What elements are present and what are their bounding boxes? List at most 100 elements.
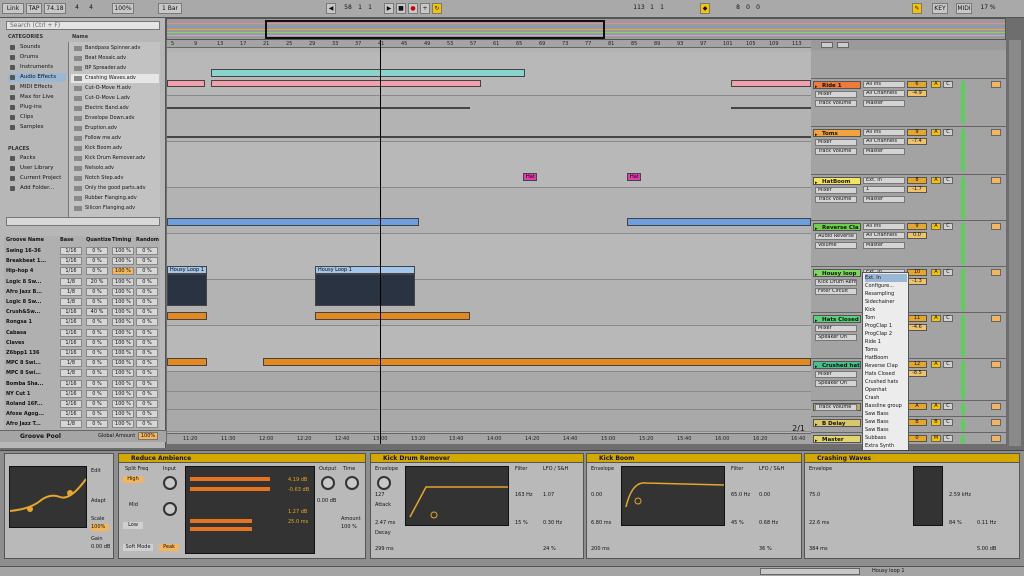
groove-quantize[interactable]: 0 % (86, 298, 108, 306)
category-audio-effects[interactable]: Audio Effects (8, 73, 66, 82)
io-toggle-button[interactable] (837, 42, 849, 48)
groove-timing[interactable]: 100 % (112, 257, 134, 266)
track-name[interactable]: ▸ Toms (813, 129, 861, 139)
time-ruler[interactable]: 2/1 11:2011:3012:0012:2012:4013:0013:201… (167, 424, 811, 444)
global-amount-value[interactable]: 100% (138, 432, 158, 440)
groove-timing[interactable]: 100 % (112, 308, 134, 317)
dropdown-option[interactable]: ProgClap 1 (865, 322, 907, 330)
groove-random[interactable]: 0 % (136, 318, 158, 327)
output-select[interactable]: Track Volume (815, 100, 857, 107)
output-knob[interactable] (321, 476, 335, 490)
groove-timing[interactable]: 100 % (112, 298, 134, 306)
monitor-select[interactable]: Mixer (815, 187, 857, 194)
dropdown-option[interactable]: Ride 1 (865, 338, 907, 346)
dropdown-option[interactable]: Crash (865, 394, 907, 402)
overview-viewport[interactable] (265, 20, 605, 39)
link-button[interactable]: Link (2, 3, 24, 14)
amount-value[interactable]: 100 % (341, 524, 357, 530)
clip[interactable]: Housy Loop 1 (315, 266, 415, 274)
groove-quantize[interactable]: 0 % (86, 389, 108, 398)
track-name[interactable]: ▸ Crushed hat (813, 361, 861, 370)
groove-quantize[interactable]: 0 % (86, 267, 108, 276)
groove-col-quantize[interactable]: Quantize (86, 236, 111, 245)
playhead[interactable] (380, 40, 381, 444)
groove-base[interactable]: 1/16 (60, 379, 82, 388)
groove-random[interactable]: 0 % (136, 379, 158, 388)
activator-button[interactable]: M (931, 435, 941, 442)
lfo-amount-value[interactable]: 1.07 (543, 492, 554, 498)
groove-quantize[interactable]: 0 % (86, 318, 108, 327)
groove-random[interactable]: 0 % (136, 359, 158, 368)
res-value[interactable]: 45 % (731, 520, 744, 526)
groove-timing[interactable]: 100 % (112, 328, 134, 337)
pos-sixteenth[interactable]: 1 (366, 3, 374, 14)
clip[interactable] (263, 358, 811, 366)
crashing-waves-title[interactable]: Crashing Waves (805, 454, 1019, 463)
decay-value[interactable]: 384 ms (809, 546, 828, 552)
groove-col-base[interactable]: Base (60, 236, 74, 245)
output-select[interactable]: Speaker On (815, 380, 857, 387)
groove-row[interactable]: Claves 1/16 0 % 100 % 0 % (4, 338, 160, 348)
file-item[interactable]: Silicon Flanging.adv (71, 204, 159, 213)
loop-len-sixteenth[interactable]: 0 (754, 3, 762, 14)
kick-boom-title[interactable]: Kick Boom (587, 454, 801, 463)
groove-timing[interactable]: 100 % (112, 379, 134, 388)
pan-value[interactable]: C (943, 435, 953, 442)
track-number[interactable]: 9 (907, 129, 927, 136)
groove-random[interactable]: 0 % (136, 298, 158, 306)
track-lane[interactable] (167, 372, 811, 392)
file-item[interactable]: Only the good parts.adv (71, 184, 159, 193)
file-item[interactable]: BP Spreader.adv (71, 64, 159, 73)
time-knob[interactable] (345, 476, 359, 490)
groove-quantize[interactable]: 0 % (86, 410, 108, 419)
track-number[interactable]: 12 (907, 361, 927, 368)
fold-icon[interactable]: ▸ (815, 271, 818, 279)
split-low-button[interactable]: Low (123, 522, 143, 529)
record-arm-button[interactable] (991, 435, 1001, 442)
input-type-select[interactable]: All Ins (863, 223, 905, 230)
groove-timing[interactable]: 100 % (112, 420, 134, 429)
dropdown-option[interactable]: Reverse Clap (865, 362, 907, 370)
loop-start-bar[interactable]: 113 (632, 3, 646, 14)
groove-quantize[interactable]: 0 % (86, 247, 108, 255)
activator-button[interactable]: A (931, 403, 941, 410)
dropdown-option[interactable]: Crushed hats (865, 378, 907, 386)
monitor-select[interactable]: Mixer (815, 91, 857, 98)
category-plugins[interactable]: Plug-ins (8, 103, 66, 112)
output-select[interactable]: Track Volume (815, 196, 857, 203)
pan-value[interactable]: C (943, 403, 953, 410)
fold-icon[interactable]: ▸ (815, 131, 818, 139)
loop-start-sixteenth[interactable]: 1 (658, 3, 666, 14)
quantize-select[interactable]: 1 Bar (158, 3, 182, 14)
groove-random[interactable]: 0 % (136, 410, 158, 419)
groove-random[interactable]: 0 % (136, 389, 158, 398)
groove-quantize[interactable]: 0 % (86, 379, 108, 388)
pan-value[interactable]: C (943, 315, 953, 322)
track-name[interactable]: ▸ B Delay (813, 419, 861, 428)
clip[interactable] (167, 218, 419, 226)
groove-base[interactable]: 1/16 (60, 257, 82, 266)
track-lane[interactable] (167, 280, 811, 326)
groove-random[interactable]: 0 % (136, 257, 158, 266)
groove-timing[interactable]: 100 % (112, 338, 134, 347)
groove-row[interactable]: Hip-hop 4 1/16 0 % 100 % 0 % (4, 266, 160, 276)
clip[interactable]: Hat (523, 173, 537, 181)
tap-button[interactable]: TAP (26, 3, 42, 14)
volume-value[interactable]: -4.6 (907, 324, 927, 331)
lfo-rate-value[interactable]: 0.30 Hz (543, 520, 562, 526)
groove-base[interactable]: 1/16 (60, 338, 82, 347)
groove-base[interactable]: 1/16 (60, 349, 82, 357)
groove-row[interactable]: Crush&Sw... 1/16 40 % 100 % 0 % (4, 307, 160, 317)
bar-ruler[interactable]: 5 9 13 17 21 25 29 33 37 41 45 49 53 57 61 65 69 73 77 81 85… (167, 40, 811, 48)
file-item[interactable]: Rubber Flanging.adv (71, 194, 159, 203)
file-item[interactable]: Notch Step.adv (71, 174, 159, 183)
play-button[interactable]: ▶ (384, 3, 394, 14)
groove-row[interactable]: Cabasa 1/16 0 % 100 % 0 % (4, 328, 160, 338)
category-instruments[interactable]: Instruments (8, 63, 66, 72)
file-item[interactable]: Kick Boom.adv (71, 144, 159, 153)
automation-line[interactable] (167, 107, 470, 109)
freq-value[interactable]: 163 Hz (515, 492, 533, 498)
category-samples[interactable]: Samples (8, 123, 66, 132)
envelope-value[interactable]: 75.0 (809, 492, 820, 498)
groove-random[interactable]: 0 % (136, 287, 158, 296)
